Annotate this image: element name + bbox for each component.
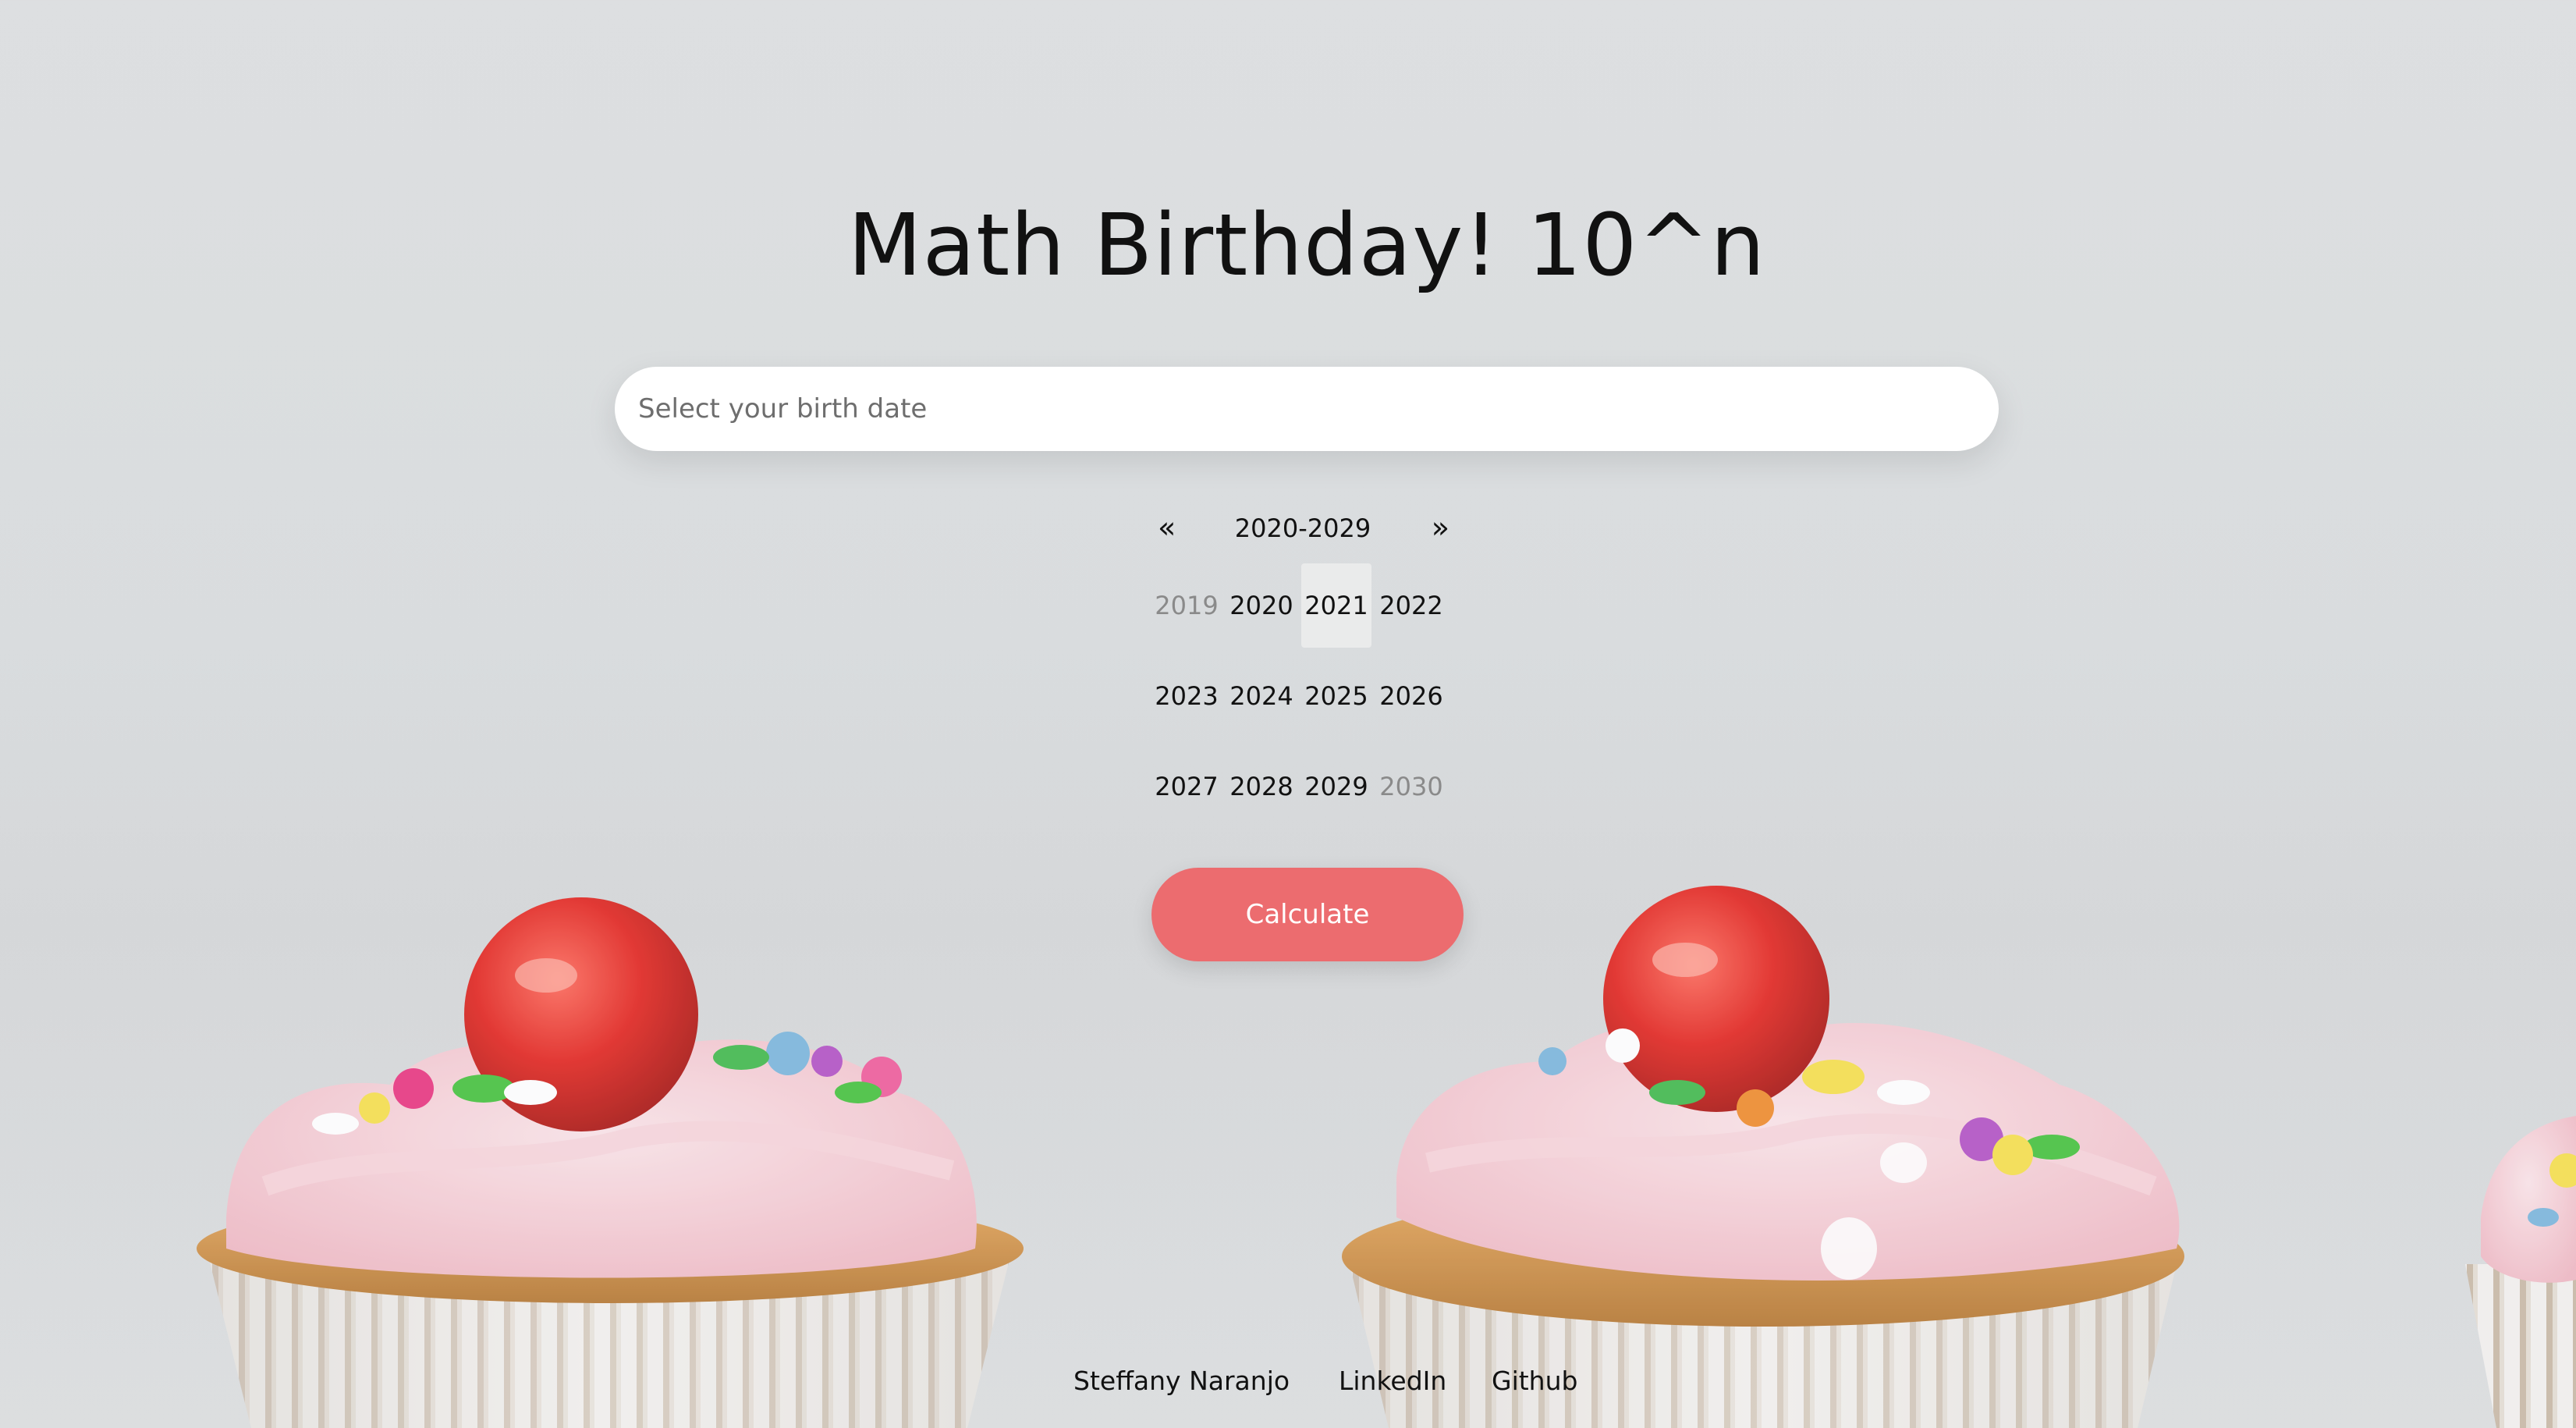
year-cell-2023[interactable]: 2023 bbox=[1151, 654, 1222, 738]
year-picker: 2020-2029 « » 2019 2020 2021 2022 2023 2… bbox=[1151, 506, 1454, 829]
birth-date-input[interactable] bbox=[615, 367, 1999, 451]
year-cell-2019[interactable]: 2019 bbox=[1151, 563, 1222, 648]
year-cell-2024[interactable]: 2024 bbox=[1226, 654, 1297, 738]
year-cell-2027[interactable]: 2027 bbox=[1151, 744, 1222, 829]
year-cell-2030[interactable]: 2030 bbox=[1376, 744, 1446, 829]
footer-linkedin-link[interactable]: LinkedIn bbox=[1339, 1366, 1446, 1396]
footer-author-name: Steffany Naranjo bbox=[1073, 1366, 1290, 1396]
calculate-button[interactable]: Calculate bbox=[1151, 868, 1464, 961]
year-cell-2021[interactable]: 2021 bbox=[1301, 563, 1371, 648]
year-grid: 2019 2020 2021 2022 2023 2024 2025 2026 … bbox=[1151, 563, 1454, 829]
next-decade-button[interactable]: » bbox=[1432, 510, 1449, 545]
decade-range-label[interactable]: 2020-2029 bbox=[1151, 513, 1454, 543]
year-cell-2022[interactable]: 2022 bbox=[1376, 563, 1446, 648]
previous-decade-button[interactable]: « bbox=[1158, 510, 1176, 545]
year-cell-2028[interactable]: 2028 bbox=[1226, 744, 1297, 829]
year-cell-2025[interactable]: 2025 bbox=[1301, 654, 1371, 738]
year-cell-2020[interactable]: 2020 bbox=[1226, 563, 1297, 648]
year-cell-2029[interactable]: 2029 bbox=[1301, 744, 1371, 829]
page-title: Math Birthday! 10^n bbox=[847, 195, 1766, 295]
footer-github-link[interactable]: Github bbox=[1492, 1366, 1577, 1396]
year-picker-header: 2020-2029 « » bbox=[1151, 506, 1454, 562]
year-cell-2026[interactable]: 2026 bbox=[1376, 654, 1446, 738]
